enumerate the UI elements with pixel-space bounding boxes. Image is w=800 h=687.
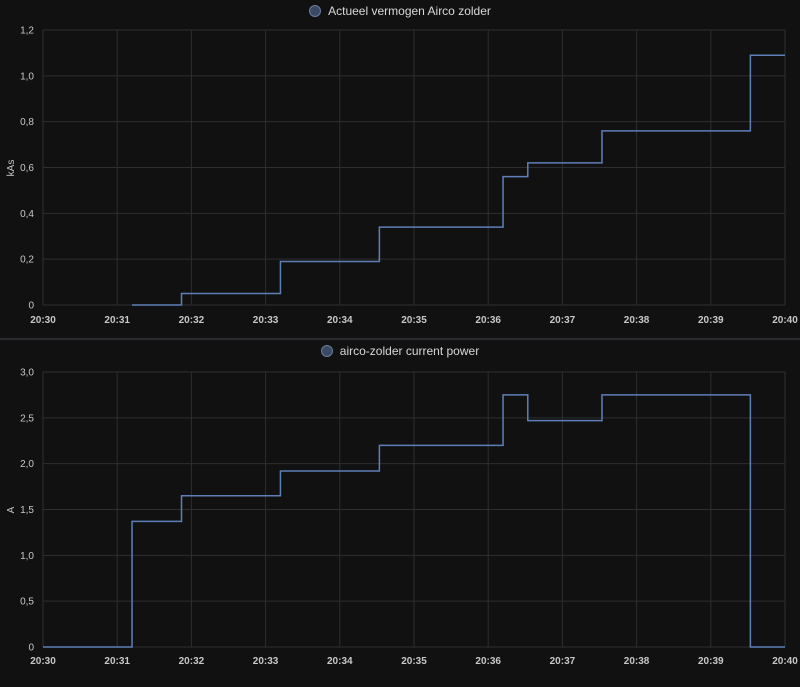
x-tick-label: 20:30 [30, 315, 56, 326]
y-tick-label: 0,2 [20, 255, 34, 266]
x-tick-label: 20:30 [30, 656, 56, 667]
y-tick-label: 1,2 [20, 26, 34, 37]
x-tick-label: 20:39 [698, 656, 724, 667]
x-tick-label: 20:40 [772, 656, 798, 667]
x-tick-label: 20:31 [104, 656, 130, 667]
y-tick-label: 1,5 [20, 505, 34, 516]
x-tick-label: 20:32 [179, 315, 205, 326]
y-tick-label: 0,8 [20, 117, 34, 128]
series-line [132, 54, 785, 306]
x-tick-label: 20:37 [550, 656, 576, 667]
y-tick-label: 0 [28, 643, 34, 654]
x-tick-label: 20:36 [475, 656, 501, 667]
y-tick-label: 3,0 [20, 368, 34, 379]
x-tick-label: 20:35 [401, 315, 427, 326]
x-tick-label: 20:31 [104, 315, 130, 326]
chart-plot: 0 0,2 0,4 0,6 0,8 1,0 1,2 20:30 20:31 20:32 20:33 2… [6, 26, 798, 327]
y-tick-label: 2,5 [20, 413, 34, 424]
x-tick-label: 20:40 [772, 315, 798, 326]
y-axis-label: kAs [6, 160, 17, 177]
y-tick-label: 1,0 [20, 71, 34, 82]
y-tick-label: 1,0 [20, 551, 34, 562]
x-tick-label: 20:36 [475, 315, 501, 326]
x-tick-label: 20:34 [327, 656, 353, 667]
y-tick-label: 2,0 [20, 459, 34, 470]
x-tick-label: 20:37 [550, 315, 576, 326]
y-axis-label: A [6, 506, 17, 513]
x-tick-label: 20:33 [253, 315, 279, 326]
y-tick-label: 0 [28, 301, 34, 312]
x-tick-label: 20:38 [624, 656, 650, 667]
x-tick-label: 20:33 [253, 656, 279, 667]
y-tick-label: 0,5 [20, 597, 34, 608]
x-tick-label: 20:34 [327, 315, 353, 326]
x-tick-label: 20:32 [179, 656, 205, 667]
x-tick-label: 20:38 [624, 315, 650, 326]
chart-plot: 0 0,5 1,0 1,5 2,0 2,5 3,0 20:30 20:31 20:32 20:33 2… [6, 368, 798, 668]
chart-panel-power-total: Actueel vermogen Airco zolder 0 0,2 0,4 0,6… [0, 0, 800, 338]
chart-panel-current-power: airco-zolder current power 0 0,5 1,0 1,5 2,0… [0, 340, 800, 687]
y-tick-label: 0,4 [20, 209, 34, 220]
x-tick-label: 20:35 [401, 656, 427, 667]
x-tick-label: 20:39 [698, 315, 724, 326]
y-tick-label: 0,6 [20, 163, 34, 174]
